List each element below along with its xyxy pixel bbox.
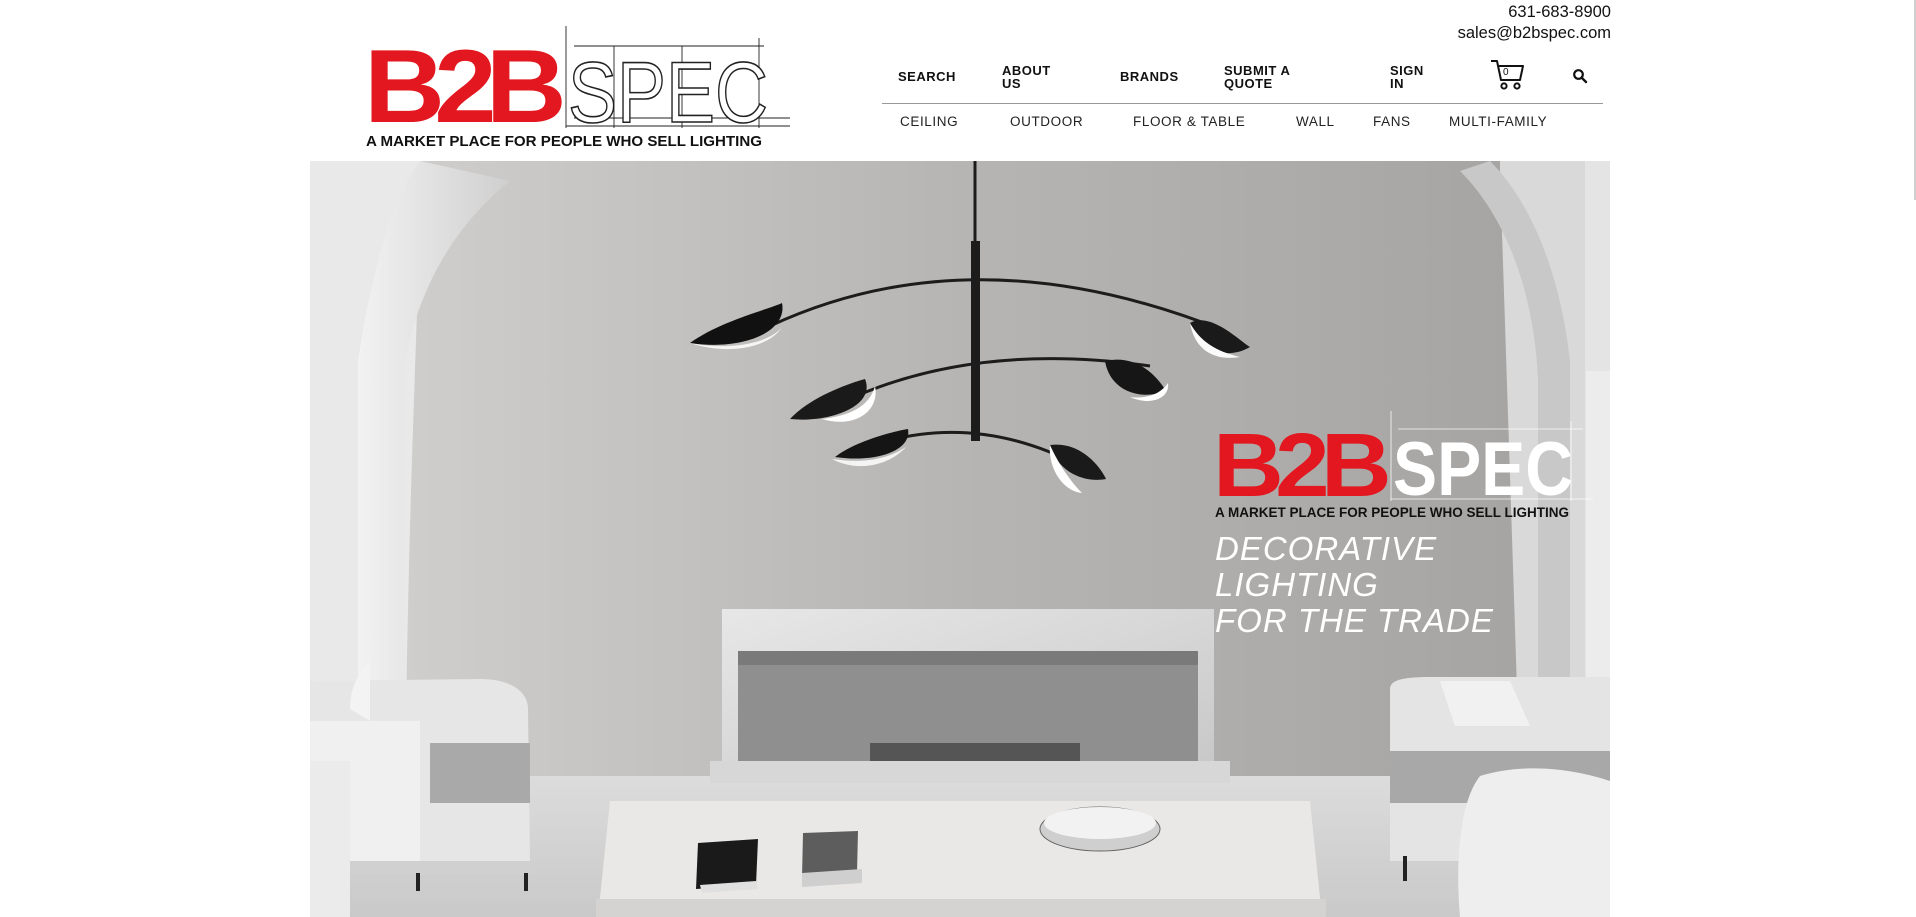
hero-banner[interactable]: B2B SPEC A MARKET PLACE FOR PEOPLE WHO S… <box>310 161 1610 917</box>
hero-tagline-wrap: A MARKET PLACE FOR PEOPLE WHO SELL LIGHT… <box>1215 503 1575 521</box>
nav-search[interactable]: SEARCH <box>898 70 956 83</box>
hero-brand-left: B2B <box>1213 416 1387 511</box>
contact-info: 631-683-8900 sales@b2bspec.com <box>1458 2 1611 44</box>
nav-about-us[interactable]: ABOUT US <box>1002 64 1051 90</box>
search-icon <box>1573 69 1588 84</box>
category-wall[interactable]: WALL <box>1296 114 1335 129</box>
nav-submit-quote[interactable]: SUBMIT A QUOTE <box>1224 64 1290 90</box>
hero-tagline: A MARKET PLACE FOR PEOPLE WHO SELL LIGHT… <box>1215 504 1569 520</box>
cart-button[interactable]: 0 <box>1490 58 1526 92</box>
nav-brands[interactable]: BRANDS <box>1120 70 1179 83</box>
email-link[interactable]: sales@b2bspec.com <box>1458 23 1611 44</box>
hero-headline: DECORATIVE LIGHTING FOR THE TRADE <box>1215 530 1494 639</box>
category-floor-table[interactable]: FLOOR & TABLE <box>1133 114 1245 129</box>
category-fans[interactable]: FANS <box>1373 114 1411 129</box>
phone-link[interactable]: 631-683-8900 <box>1458 2 1611 23</box>
site-logo[interactable]: B2B SPEC A MARKET PLACE FOR PEOPLE WHO S… <box>364 26 790 152</box>
search-button[interactable] <box>1572 68 1588 84</box>
cart-count: 0 <box>1503 67 1509 78</box>
logo-brand-right: SPEC <box>568 45 768 141</box>
category-ceiling[interactable]: CEILING <box>900 114 958 129</box>
logo-tagline: A MARKET PLACE FOR PEOPLE WHO SELL LIGHT… <box>366 133 762 150</box>
logo-brand-left: B2B <box>364 29 562 145</box>
nav-divider <box>882 103 1603 104</box>
nav-sign-in[interactable]: SIGN IN <box>1390 64 1424 90</box>
hero-brand-right: SPEC <box>1393 427 1573 511</box>
page: 631-683-8900 sales@b2bspec.com B2B SPEC … <box>0 0 1916 917</box>
category-multi-family[interactable]: MULTI-FAMILY <box>1449 114 1547 129</box>
category-nav: CEILING OUTDOOR FLOOR & TABLE WALL FANS … <box>882 114 1602 134</box>
hero-logo: B2B SPEC <box>1213 411 1593 511</box>
category-outdoor[interactable]: OUTDOOR <box>1010 114 1083 129</box>
